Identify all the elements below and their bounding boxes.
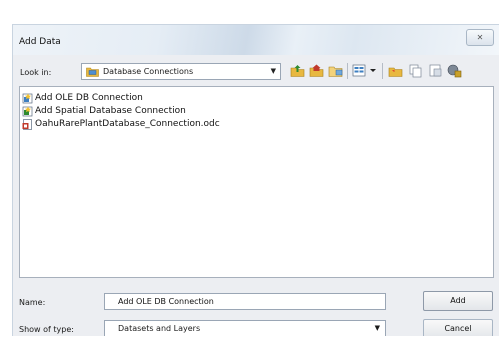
- toolboxes-icon: [447, 64, 462, 78]
- view-button[interactable]: [351, 62, 368, 79]
- list-view-icon: [352, 64, 366, 77]
- file-list[interactable]: Add OLE DB Connection Add Spatial Databa…: [19, 86, 494, 278]
- view-dropdown-button[interactable]: [368, 62, 378, 79]
- catalog-button[interactable]: [427, 62, 444, 79]
- add-button[interactable]: Add: [423, 291, 493, 311]
- look-in-dropdown[interactable]: Database Connections ▼: [81, 63, 281, 80]
- name-input[interactable]: [104, 293, 386, 310]
- list-item-oahu-rare-plant-database-connection[interactable]: OahuRarePlantDatabase_Connection.odc: [22, 118, 220, 130]
- copy-icon: [409, 64, 422, 78]
- close-icon: ✕: [476, 33, 484, 42]
- new-folder-icon: [388, 67, 403, 77]
- list-item-label: OahuRarePlantDatabase_Connection.odc: [35, 119, 220, 129]
- add-data-dialog: Add Data ✕ Look in: Database Connections…: [12, 24, 499, 336]
- look-in-label: Look in:: [20, 68, 52, 77]
- list-item-label: Add OLE DB Connection: [35, 93, 143, 103]
- show-of-type-value: Datasets and Layers: [118, 324, 201, 333]
- catalog-icon: [429, 64, 442, 77]
- chevron-down-icon: ▼: [270, 67, 276, 75]
- cancel-button[interactable]: Cancel: [423, 319, 493, 336]
- home-icon: [309, 64, 324, 77]
- copy-button[interactable]: [407, 62, 424, 79]
- connect-folder-icon: [328, 66, 343, 77]
- spatial-database-connection-icon: [22, 106, 33, 116]
- go-up-icon: [290, 65, 305, 77]
- close-button[interactable]: ✕: [466, 29, 494, 46]
- name-label: Name:: [19, 298, 46, 307]
- odc-file-icon: [22, 118, 32, 130]
- ole-db-connection-icon: [22, 93, 33, 103]
- show-of-type-label: Show of type:: [19, 325, 74, 334]
- list-item-add-ole-db-connection[interactable]: Add OLE DB Connection: [22, 92, 143, 104]
- toolboxes-button[interactable]: [446, 62, 463, 79]
- home-button[interactable]: [308, 62, 325, 79]
- dialog-title: Add Data: [19, 37, 61, 47]
- new-folder-button[interactable]: [387, 62, 404, 79]
- show-of-type-dropdown[interactable]: Datasets and Layers ▼: [104, 320, 386, 336]
- list-item-label: Add Spatial Database Connection: [35, 106, 186, 116]
- database-connections-folder-icon: [86, 67, 99, 77]
- list-item-add-spatial-database-connection[interactable]: Add Spatial Database Connection: [22, 105, 186, 117]
- view-dropdown-icon: [370, 69, 376, 72]
- toolbar-separator: [347, 63, 348, 79]
- connect-folder-button[interactable]: [327, 62, 344, 79]
- go-up-button[interactable]: [289, 62, 306, 79]
- look-in-value: Database Connections: [103, 67, 194, 76]
- toolbar-separator: [382, 63, 383, 79]
- chevron-down-icon: ▼: [374, 324, 380, 332]
- title-bar[interactable]: Add Data ✕: [13, 25, 499, 55]
